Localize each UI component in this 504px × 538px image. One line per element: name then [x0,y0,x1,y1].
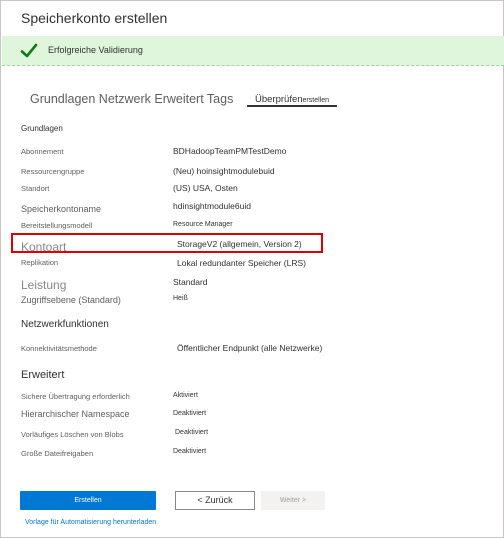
section-netzwerk: Netzwerkfunktionen [21,319,109,330]
section-erweitert: Erweitert [21,369,65,381]
window-title: Speicherkonto erstellen [21,10,168,26]
label-ressourcengruppe: Ressourcengruppe [21,167,85,176]
value-dateifreigaben: Deaktiviert [173,448,207,455]
label-zugriffsebene: Zugriffsebene (Standard) [21,295,121,305]
section-grundlagen: Grundlagen [21,124,63,133]
tab-list-inactive[interactable]: Grundlagen Netzwerk Erweitert Tags [30,92,233,106]
dialog-window: Speicherkonto erstellen Erfolgreiche Val… [0,0,504,538]
label-loeschen: Vorläufiges Löschen von Blobs [21,430,124,439]
label-konnektivitaet: Konnektivitätsmethode [21,344,97,353]
value-bereitstellungsmodell: Resource Manager [173,221,233,228]
value-standort: (US) USA, Osten [173,183,238,193]
label-bereitstellungsmodell: Bereitstellungsmodell [21,221,93,230]
label-dateifreigaben: Große Dateifreigaben [21,449,94,458]
label-speicherkontoname: Speicherkontoname [21,204,102,214]
back-button[interactable]: < Zurück [175,491,255,510]
label-replikation: Replikation [21,258,59,267]
tab-review-label: Überprüfen [255,94,303,105]
value-zugriffsebene: Heiß [173,295,188,302]
next-button[interactable]: Weiter > [261,491,325,510]
tab-review-create[interactable]: Überprüfenerstellen [247,89,337,107]
label-abonnement: Abonnement [21,147,64,156]
checkmark-icon [20,43,38,58]
value-leistung: Standard [173,277,208,287]
label-namespace: Hierarchischer Namespace [21,409,130,419]
value-abonnement: BDHadoopTeamPMTestDemo [173,146,287,156]
value-speicherkontoname: hdinsightmodule6uid [173,201,251,211]
value-ressourcengruppe: (Neu) hoinsightmodulebuid [173,166,275,176]
tab-create-label: erstellen [302,97,329,104]
validation-text: Erfolgreiche Validierung [48,45,143,55]
create-button[interactable]: Erstellen [20,491,156,510]
value-namespace: Deaktiviert [173,410,207,417]
label-sichere-uebertragung: Sichere Übertragung erforderlich [21,392,130,401]
value-kontoart: StorageV2 (allgemein, Version 2) [177,239,302,249]
label-leistung: Leistung [21,278,67,292]
value-replikation: Lokal redundanter Speicher (LRS) [177,258,306,268]
validation-banner: Erfolgreiche Validierung [2,36,504,66]
label-standort: Standort [21,184,50,193]
label-kontoart: Kontoart [21,240,67,254]
value-konnektivitaet: Öffentlicher Endpunkt (alle Netzwerke) [177,343,323,353]
value-sichere-uebertragung: Aktiviert [173,392,198,399]
download-template-link[interactable]: Vorlage für Automatisierung herunterlade… [25,519,156,526]
value-loeschen: Deaktiviert [175,429,209,436]
